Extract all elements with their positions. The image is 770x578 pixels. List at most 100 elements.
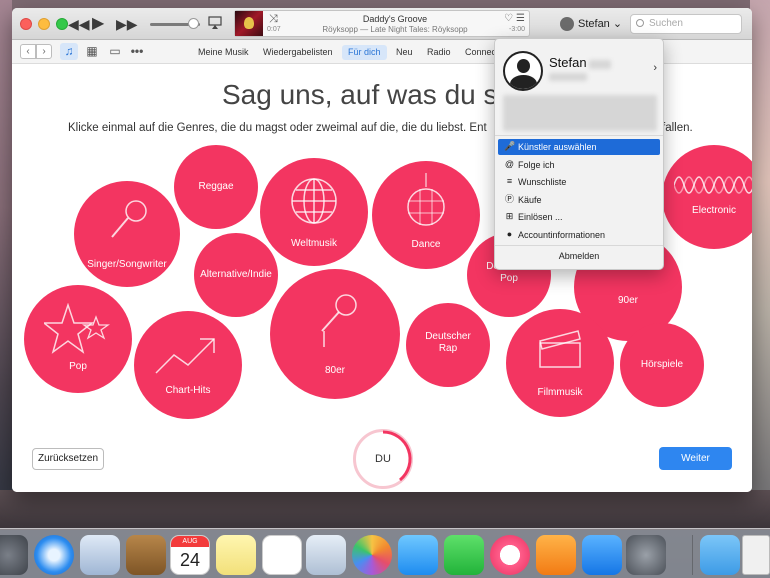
logout-button[interactable]: Abmelden — [495, 251, 663, 261]
account-icon — [560, 17, 574, 31]
itunes-icon[interactable] — [490, 535, 530, 575]
calendar-month: AUG — [171, 536, 209, 547]
notes-icon[interactable] — [216, 535, 256, 575]
genre-bubble-filmmusik[interactable]: Filmmusik — [506, 309, 614, 417]
shuffle-icon[interactable]: ⤨ — [269, 13, 278, 26]
now-playing-display: ⤨ 0:07 Daddy's Groove Röyksopp — Late Ni… — [234, 10, 530, 37]
menu-item-folge-ich[interactable]: @ Folge ich — [498, 157, 660, 173]
rewind-icon[interactable]: ◀◀ — [68, 14, 90, 34]
volume-knob[interactable] — [188, 18, 199, 29]
safari-icon[interactable] — [34, 535, 74, 575]
menu-item-kuenstler[interactable]: 🎤 Künstler auswählen — [498, 139, 660, 155]
genre-label: 90er — [617, 295, 638, 306]
next-button[interactable]: Weiter — [659, 447, 732, 470]
genre-label: Dance — [411, 239, 441, 250]
page-title: Sag uns, auf was du ste — [222, 79, 521, 110]
genre-label: Weltmusik — [291, 238, 337, 249]
genre-bubble-hoerspiele[interactable]: Hörspiele — [620, 323, 704, 407]
track-subtitle: Röyksopp — Late Night Tales: Röyksopp — [322, 25, 468, 34]
genre-bubble-reggae[interactable]: Reggae — [174, 145, 258, 229]
menu-item-label: Folge ich — [518, 160, 555, 170]
close-window-button[interactable] — [20, 18, 32, 30]
zoom-window-button[interactable] — [56, 18, 68, 30]
tab-meine-musik[interactable]: Meine Musik — [192, 45, 255, 60]
messages-icon[interactable] — [398, 535, 438, 575]
redacted-account-info — [503, 95, 657, 131]
search-icon — [636, 19, 644, 27]
genre-bubble-singer-songwriter[interactable]: Singer/Songwriter — [74, 181, 180, 287]
genre-bubble-chart-hits[interactable]: Chart-Hits — [134, 311, 242, 419]
reset-button[interactable]: Zurücksetzen — [32, 448, 104, 470]
calendar-icon[interactable]: AUG 24 — [170, 535, 210, 575]
facetime-icon[interactable] — [444, 535, 484, 575]
launchpad-icon[interactable] — [0, 535, 28, 575]
menu-item-label: Accountinformationen — [518, 230, 606, 240]
redacted-email — [549, 73, 587, 81]
tv-icon[interactable]: ▭ — [106, 43, 124, 60]
genre-label: Reggae — [198, 181, 234, 192]
menu-item-kaeufe[interactable]: Ⓟ Käufe — [498, 192, 660, 208]
chevron-right-icon[interactable]: › — [653, 62, 657, 74]
menu-item-wunschliste[interactable]: ≡ Wunschliste — [498, 174, 660, 190]
ibooks-icon[interactable] — [536, 535, 576, 575]
genre-label: Filmmusik — [537, 387, 583, 398]
play-icon[interactable]: ▶ — [92, 14, 104, 34]
instructions-text: Klicke einmal auf die Genres, die du mag… — [68, 122, 487, 134]
tab-neu[interactable]: Neu — [390, 45, 419, 60]
back-button[interactable]: ‹ — [20, 44, 36, 59]
genre-label: 80er — [324, 365, 345, 376]
microphone-icon — [321, 294, 357, 347]
tab-fuer-dich[interactable]: Für dich — [342, 45, 387, 60]
avatar — [503, 51, 543, 91]
document-stack-icon[interactable] — [742, 535, 770, 575]
menu-item-accountinformationen[interactable]: ● Accountinformationen — [498, 227, 660, 243]
redacted-name — [589, 60, 611, 69]
forward-button[interactable]: › — [36, 44, 52, 59]
film-icon[interactable]: ▦ — [83, 43, 101, 60]
preview-icon[interactable] — [306, 535, 346, 575]
remaining-time: -3:00 — [509, 26, 525, 33]
genre-bubble-pop[interactable]: Pop — [24, 285, 132, 393]
search-input[interactable]: Suchen — [630, 14, 742, 34]
genre-bubble-alternative-indie[interactable]: Alternative/Indie — [194, 233, 278, 317]
dock: AUG 24 — [0, 528, 770, 578]
mail-icon[interactable] — [80, 535, 120, 575]
airplay-icon[interactable] — [208, 16, 222, 30]
reminders-icon[interactable] — [262, 535, 302, 575]
menu-item-label: Künstler auswählen — [518, 142, 597, 152]
more-icon[interactable]: ••• — [128, 43, 146, 60]
menu-divider — [495, 135, 663, 136]
instructions-text-end: fallen. — [662, 122, 693, 134]
system-preferences-icon[interactable] — [626, 535, 666, 575]
genre-bubble-80er[interactable]: 80er — [270, 269, 400, 399]
desktop-wallpaper-right — [750, 0, 770, 520]
stars-icon — [44, 303, 110, 354]
contacts-icon[interactable] — [126, 535, 166, 575]
minimize-window-button[interactable] — [38, 18, 50, 30]
microphone-icon: 🎤 — [504, 141, 516, 151]
fast-forward-icon[interactable]: ▶▶ — [116, 14, 138, 34]
up-next-icon[interactable]: ☰ — [516, 13, 525, 24]
app-store-icon[interactable] — [582, 535, 622, 575]
genre-label: Chart-Hits — [165, 385, 211, 396]
menu-user-name: Stefan — [549, 55, 587, 70]
genre-label: Electronic — [692, 205, 736, 216]
globe-icon — [291, 178, 337, 224]
menu-item-einloesen[interactable]: ⊞ Einlösen ... — [498, 209, 660, 225]
downloads-folder-icon[interactable] — [700, 535, 740, 575]
genre-bubble-deutscher-rap[interactable]: Deutscher Rap — [406, 303, 490, 387]
purchases-icon: Ⓟ — [504, 194, 514, 204]
genre-bubble-dance[interactable]: Dance — [372, 161, 480, 269]
tab-wiedergabelisten[interactable]: Wiedergabelisten — [257, 45, 339, 60]
trend-up-icon — [155, 338, 215, 374]
genre-bubble-weltmusik[interactable]: Weltmusik — [260, 158, 368, 266]
dock-separator — [692, 535, 693, 575]
tab-radio[interactable]: Radio — [421, 45, 457, 60]
music-note-icon[interactable]: ♫ — [60, 43, 78, 60]
account-button[interactable]: Stefan ⌄ — [556, 14, 628, 34]
album-artwork[interactable] — [235, 11, 263, 36]
heart-icon[interactable]: ♡ — [504, 13, 513, 24]
genre-label: Deutscher Rap — [425, 331, 471, 354]
photos-icon[interactable] — [352, 535, 392, 575]
genre-bubble-electronic[interactable]: Electronic — [662, 145, 752, 249]
